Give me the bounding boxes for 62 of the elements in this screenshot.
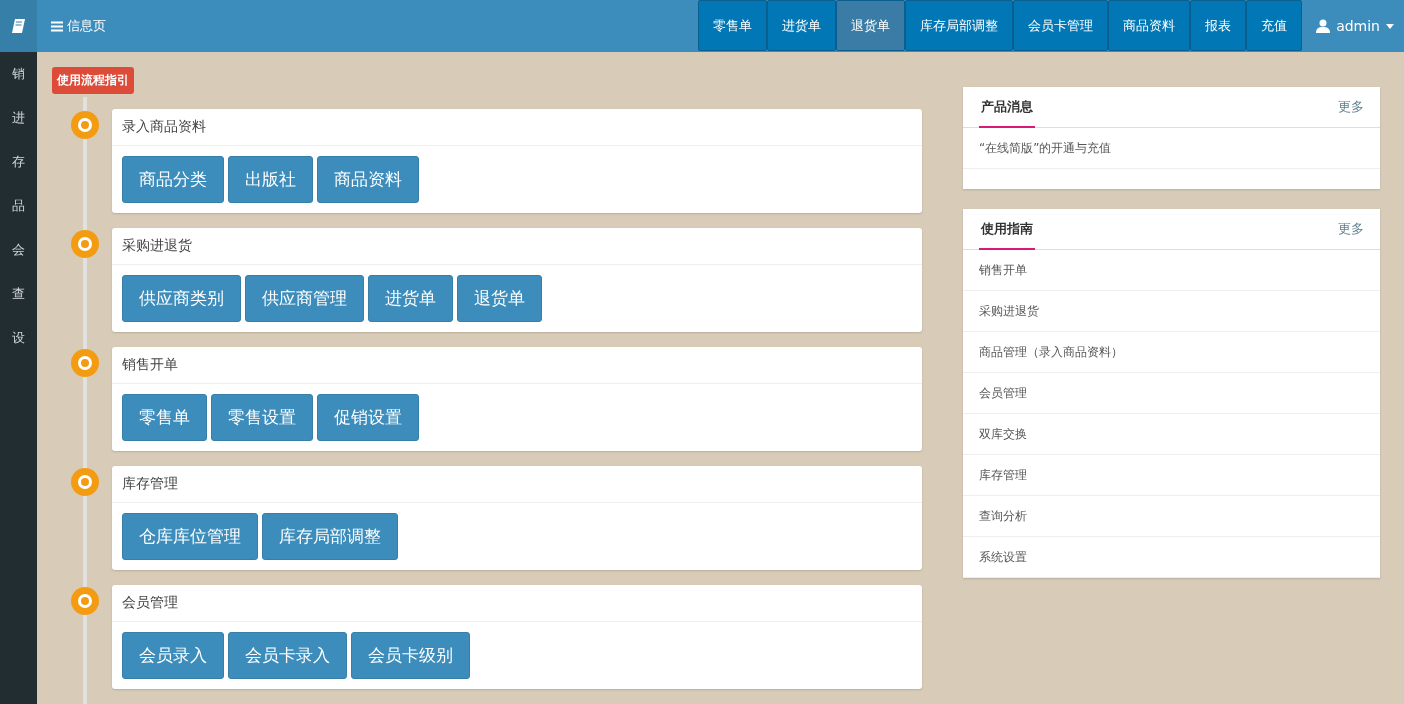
step-button[interactable]: 商品资料 <box>317 156 419 203</box>
sidebar-item[interactable]: 销 <box>0 52 37 96</box>
step-title: 录入商品资料 <box>122 118 206 136</box>
page-title-text: 信息页 <box>67 17 106 35</box>
step-button[interactable]: 供应商类别 <box>122 275 241 322</box>
timeline-dot-icon <box>70 467 100 497</box>
step-button[interactable]: 库存局部调整 <box>262 513 398 560</box>
caret-icon <box>1386 23 1394 29</box>
step-button[interactable]: 促销设置 <box>317 394 419 441</box>
timeline-dot-icon <box>70 110 100 140</box>
menu-icon <box>51 20 63 32</box>
sidebar-item[interactable]: 设 <box>0 316 37 360</box>
sidebar-item[interactable]: 品 <box>0 184 37 228</box>
step-title: 库存管理 <box>122 475 178 493</box>
step-title: 会员管理 <box>122 594 178 612</box>
nav-tab[interactable]: 进货单 <box>767 0 837 51</box>
panel-item[interactable]: 双库交换 <box>963 414 1380 455</box>
nav-tab[interactable]: 充值 <box>1246 0 1303 51</box>
panel-item[interactable]: 库存管理 <box>963 455 1380 496</box>
step-button[interactable]: 会员卡级别 <box>351 632 470 679</box>
nav-tab[interactable]: 商品资料 <box>1108 0 1191 51</box>
panel-item[interactable]: 会员管理 <box>963 373 1380 414</box>
sidebar-item[interactable]: 查 <box>0 272 37 316</box>
book-icon[interactable] <box>10 18 27 34</box>
nav-tab[interactable]: 零售单 <box>698 0 768 51</box>
step-button[interactable]: 仓库库位管理 <box>122 513 258 560</box>
page-title[interactable]: 信息页 <box>37 17 699 35</box>
step-button[interactable]: 商品分类 <box>122 156 224 203</box>
step-button[interactable]: 进货单 <box>368 275 453 322</box>
panel-item[interactable]: 销售开单 <box>963 250 1380 291</box>
more-link[interactable]: 更多 <box>1338 209 1364 249</box>
timeline-dot-icon <box>70 586 100 616</box>
more-link[interactable]: 更多 <box>1338 87 1364 127</box>
sidebar-item[interactable]: 会 <box>0 228 37 272</box>
panel-item[interactable]: 查询分析 <box>963 496 1380 537</box>
step-title: 采购进退货 <box>122 237 192 255</box>
guide-badge: 使用流程指引 <box>52 67 134 94</box>
step-button[interactable]: 零售设置 <box>211 394 313 441</box>
nav-tab[interactable]: 库存局部调整 <box>905 0 1014 51</box>
panel-item[interactable]: 系统设置 <box>963 537 1380 578</box>
panel-item[interactable]: 采购进退货 <box>963 291 1380 332</box>
step-button[interactable]: 零售单 <box>122 394 207 441</box>
nav-tab[interactable]: 会员卡管理 <box>1013 0 1109 51</box>
sidebar-item[interactable]: 进 <box>0 96 37 140</box>
panel-item[interactable]: “在线简版”的开通与充值 <box>963 128 1380 169</box>
timeline-dot-icon <box>70 348 100 378</box>
step-button[interactable]: 出版社 <box>228 156 313 203</box>
step-button[interactable]: 供应商管理 <box>245 275 364 322</box>
user-icon <box>1316 19 1331 33</box>
panel-item[interactable]: 商品管理（录入商品资料） <box>963 332 1380 373</box>
user-name: admin <box>1336 18 1380 34</box>
step-button[interactable]: 会员卡录入 <box>228 632 347 679</box>
nav-tab[interactable]: 报表 <box>1190 0 1247 51</box>
timeline-dot-icon <box>70 229 100 259</box>
nav-tab[interactable]: 退货单 <box>836 0 906 51</box>
sidebar-item[interactable]: 存 <box>0 140 37 184</box>
step-button[interactable]: 退货单 <box>457 275 542 322</box>
user-menu[interactable]: admin <box>1302 18 1404 34</box>
panel-tab[interactable]: 使用指南 <box>979 209 1035 250</box>
panel-tab[interactable]: 产品消息 <box>979 87 1035 128</box>
step-title: 销售开单 <box>122 356 178 374</box>
step-button[interactable]: 会员录入 <box>122 632 224 679</box>
